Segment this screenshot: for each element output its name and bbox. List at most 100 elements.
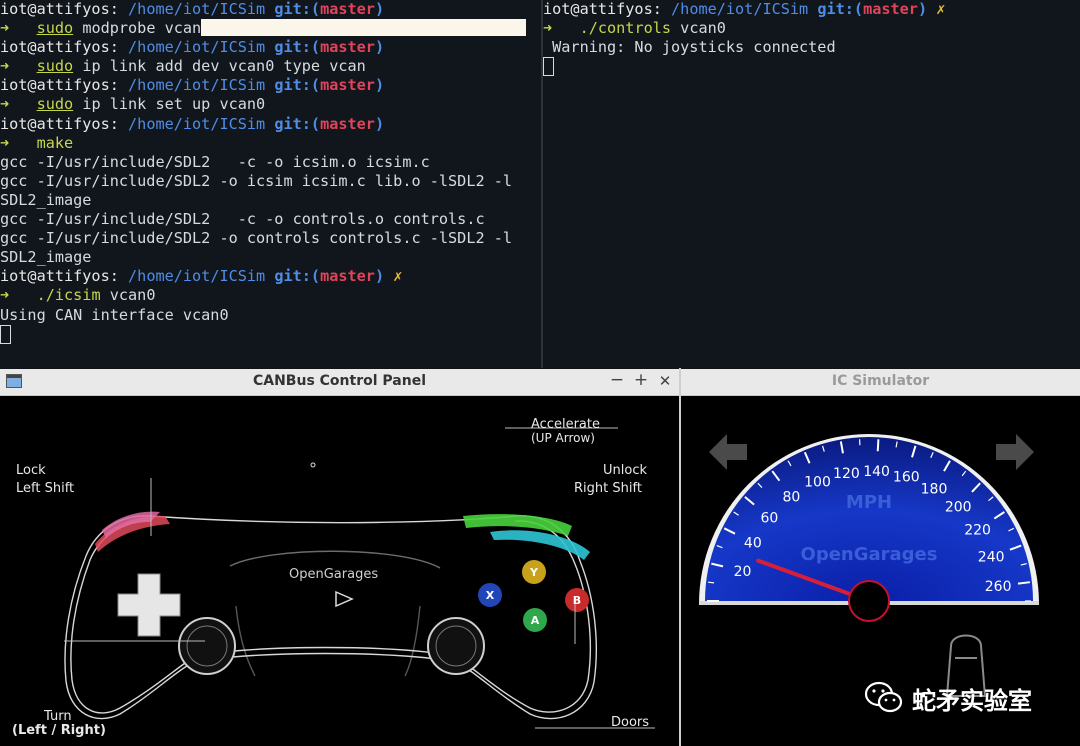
ic-simulator-titlebar[interactable]: IC Simulator — [681, 369, 1080, 396]
prompt-branch: master — [863, 0, 918, 18]
command-args: vcan0 — [671, 19, 726, 38]
prompt-arrow: ➜ — [0, 95, 10, 114]
dpad[interactable] — [117, 573, 181, 637]
terminal-output: gcc -I/usr/include/SDL2 -o controls cont… — [0, 229, 513, 248]
prompt-user: iot@attifyos: — [0, 114, 119, 133]
terminal-line: gcc -I/usr/include/SDL2 -c -o icsim.o ic… — [0, 153, 541, 172]
prompt-branch: master — [320, 114, 375, 133]
terminal-output: gcc -I/usr/include/SDL2 -c -o controls.o… — [0, 210, 485, 229]
prompt-branch: master — [320, 0, 375, 18]
speedometer-tick-label: 40 — [744, 536, 762, 552]
prompt-arrow: ➜ — [543, 19, 553, 38]
speedometer-tick-label: 200 — [945, 499, 972, 515]
speedometer-tick-label: 120 — [833, 466, 860, 482]
prompt-user: iot@attifyos: — [0, 38, 119, 57]
prompt-arrow: ➜ — [0, 19, 10, 38]
prompt-user: iot@attifyos: — [543, 0, 662, 18]
prompt-path: /home/iot/ICSim — [128, 38, 266, 57]
lock-key-label: Left Shift — [16, 481, 75, 496]
terminal-line: ➜ sudo ip link set up vcan0 — [0, 95, 541, 114]
mouse-cursor — [310, 462, 316, 468]
terminal-line: iot@attifyos: /home/iot/ICSim git:(maste… — [0, 38, 541, 57]
terminal-right[interactable]: iot@attifyos: /home/iot/ICSim git:(maste… — [543, 0, 1080, 368]
right-bumper[interactable] — [490, 530, 590, 560]
terminal-line: Warning: No joysticks connected — [543, 38, 1080, 57]
prompt-git-close: ) — [917, 0, 928, 18]
close-button[interactable]: ✕ — [655, 372, 675, 390]
wechat-icon — [864, 681, 903, 713]
prompt-branch: master — [320, 38, 375, 57]
terminal-line: ➜ ./icsim vcan0 — [0, 286, 541, 305]
terminal-line — [0, 324, 541, 344]
command-name: ./icsim — [36, 286, 101, 305]
button-y-label: Y — [529, 566, 539, 579]
terminal-line: gcc -I/usr/include/SDL2 -o controls cont… — [0, 229, 541, 248]
speedometer-tick — [1017, 581, 1031, 585]
speedometer-tick — [876, 439, 880, 452]
command-name: make — [36, 133, 74, 152]
button-x-label: X — [486, 589, 495, 602]
prompt-git-close: ) — [374, 267, 385, 286]
prompt-path: /home/iot/ICSim — [128, 267, 266, 286]
needle-hub — [848, 580, 890, 622]
terminal-left[interactable]: iot@attifyos: /home/iot/ICSim git:(maste… — [0, 0, 541, 368]
terminal-output: gcc -I/usr/include/SDL2 -o icsim icsim.c… — [0, 171, 513, 190]
terminal-line: ➜ ./controls vcan0 — [543, 19, 1080, 38]
button-b-label: B — [573, 594, 581, 607]
control-panel-window: CANBus Control Panel − + ✕ Y X B A Accel… — [0, 369, 679, 746]
terminal-line: iot@attifyos: /home/iot/ICSim git:(maste… — [0, 0, 541, 19]
command-args: ip link set up vcan0 — [73, 95, 266, 114]
terminal-cursor — [543, 57, 554, 77]
prompt-dirty-mark: ✗ — [384, 267, 403, 286]
prompt-git: git:( — [274, 38, 321, 57]
speedometer-tick-label: 20 — [734, 564, 752, 580]
speedometer-tick-label: 260 — [985, 579, 1012, 595]
maximize-button[interactable]: + — [631, 370, 651, 390]
command-name: sudo — [36, 57, 74, 76]
speedometer-tick-label: 240 — [978, 550, 1005, 566]
watermark: 蛇矛实验室 — [864, 678, 1074, 718]
speedometer-tick-label: 100 — [804, 475, 831, 491]
gamepad-brand: OpenGarages — [289, 567, 379, 582]
terminal-output: Warning: No joysticks connected — [543, 38, 836, 57]
left-turn-signal-icon — [709, 434, 747, 470]
control-panel-titlebar[interactable]: CANBus Control Panel − + ✕ — [0, 369, 679, 396]
speedometer-tick-label: 80 — [782, 490, 800, 506]
ic-simulator-title: IC Simulator — [831, 373, 930, 389]
turn-key-label: (Left / Right) — [12, 723, 106, 738]
prompt-user: iot@attifyos: — [0, 0, 119, 18]
prompt-arrow: ➜ — [0, 133, 10, 152]
prompt-git-close: ) — [374, 0, 385, 18]
prompt-branch: master — [320, 267, 375, 286]
terminal-line: SDL2_image — [0, 248, 541, 267]
prompt-arrow: ➜ — [0, 57, 10, 76]
cluster-brand: OpenGarages — [801, 544, 938, 565]
prompt-dirty-mark: ✗ — [927, 0, 946, 18]
terminal-output: gcc -I/usr/include/SDL2 -c -o icsim.o ic… — [0, 152, 430, 171]
doors-label: Doors — [611, 715, 650, 730]
terminal-line: ➜ sudo modprobe vcan — [0, 19, 541, 38]
prompt-branch: master — [320, 76, 375, 95]
prompt-path: /home/iot/ICSim — [128, 114, 266, 133]
prompt-git: git:( — [274, 114, 321, 133]
button-a-label: A — [531, 614, 540, 627]
terminal-output: Using CAN interface vcan0 — [0, 305, 229, 324]
speedometer-tick-label: 140 — [863, 464, 890, 480]
lock-label: Lock — [16, 463, 46, 478]
prompt-git: git:( — [274, 0, 321, 18]
terminal-line — [543, 57, 1080, 77]
speedometer-tick-label: 160 — [893, 469, 920, 485]
control-panel-canvas[interactable]: Y X B A Accelerate (UP Arrow) Lock Left … — [0, 396, 679, 746]
command-args: vcan0 — [100, 286, 156, 305]
prompt-path: /home/iot/ICSim — [128, 76, 266, 95]
text-selection — [201, 19, 527, 37]
command-args: modprobe vcan — [73, 19, 202, 38]
minimize-button[interactable]: − — [607, 370, 627, 390]
terminal-line: iot@attifyos: /home/iot/ICSim git:(maste… — [0, 115, 541, 134]
watermark-text: 蛇矛实验室 — [912, 687, 1032, 715]
speedometer-tick-label: 60 — [761, 510, 779, 526]
command-name: sudo — [36, 95, 74, 114]
terminal-line: gcc -I/usr/include/SDL2 -o icsim icsim.c… — [0, 172, 541, 191]
speedometer-tick — [708, 581, 715, 584]
start-button-icon[interactable] — [335, 590, 354, 608]
